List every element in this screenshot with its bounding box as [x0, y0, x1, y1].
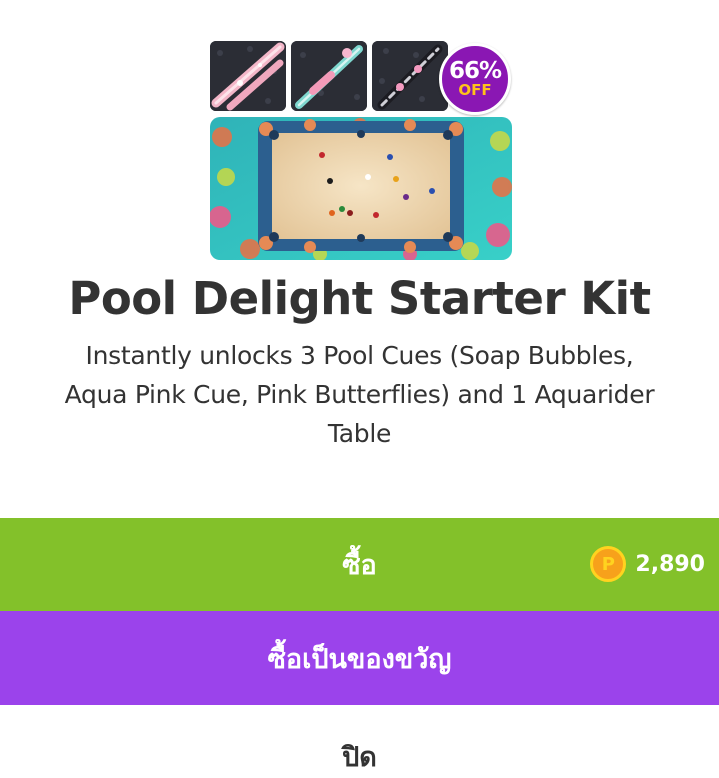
coin-p-icon: P [590, 546, 627, 582]
product-image: 66% OFF [210, 41, 512, 260]
close-button[interactable]: ปิด [0, 705, 719, 773]
soap-bubbles-cue-icon [210, 41, 286, 111]
aquarider-table-icon [210, 117, 512, 260]
pink-butterflies-cue-icon [372, 41, 448, 111]
product-description: Instantly unlocks 3 Pool Cues (Soap Bubb… [64, 341, 655, 448]
price-tag: P 2,890 [590, 545, 705, 583]
aqua-pink-cue-icon [291, 41, 367, 111]
discount-percent: 66% [448, 58, 502, 84]
price-value: 2,890 [635, 551, 705, 577]
buy-as-gift-button[interactable]: ซื้อเป็นของขวัญ [0, 611, 719, 705]
discount-badge: 66% OFF [439, 43, 511, 115]
buy-button[interactable]: ซื้อ P 2,890 [0, 518, 719, 611]
discount-off-label: OFF [458, 81, 492, 99]
product-title: Pool Delight Starter Kit [68, 272, 651, 325]
